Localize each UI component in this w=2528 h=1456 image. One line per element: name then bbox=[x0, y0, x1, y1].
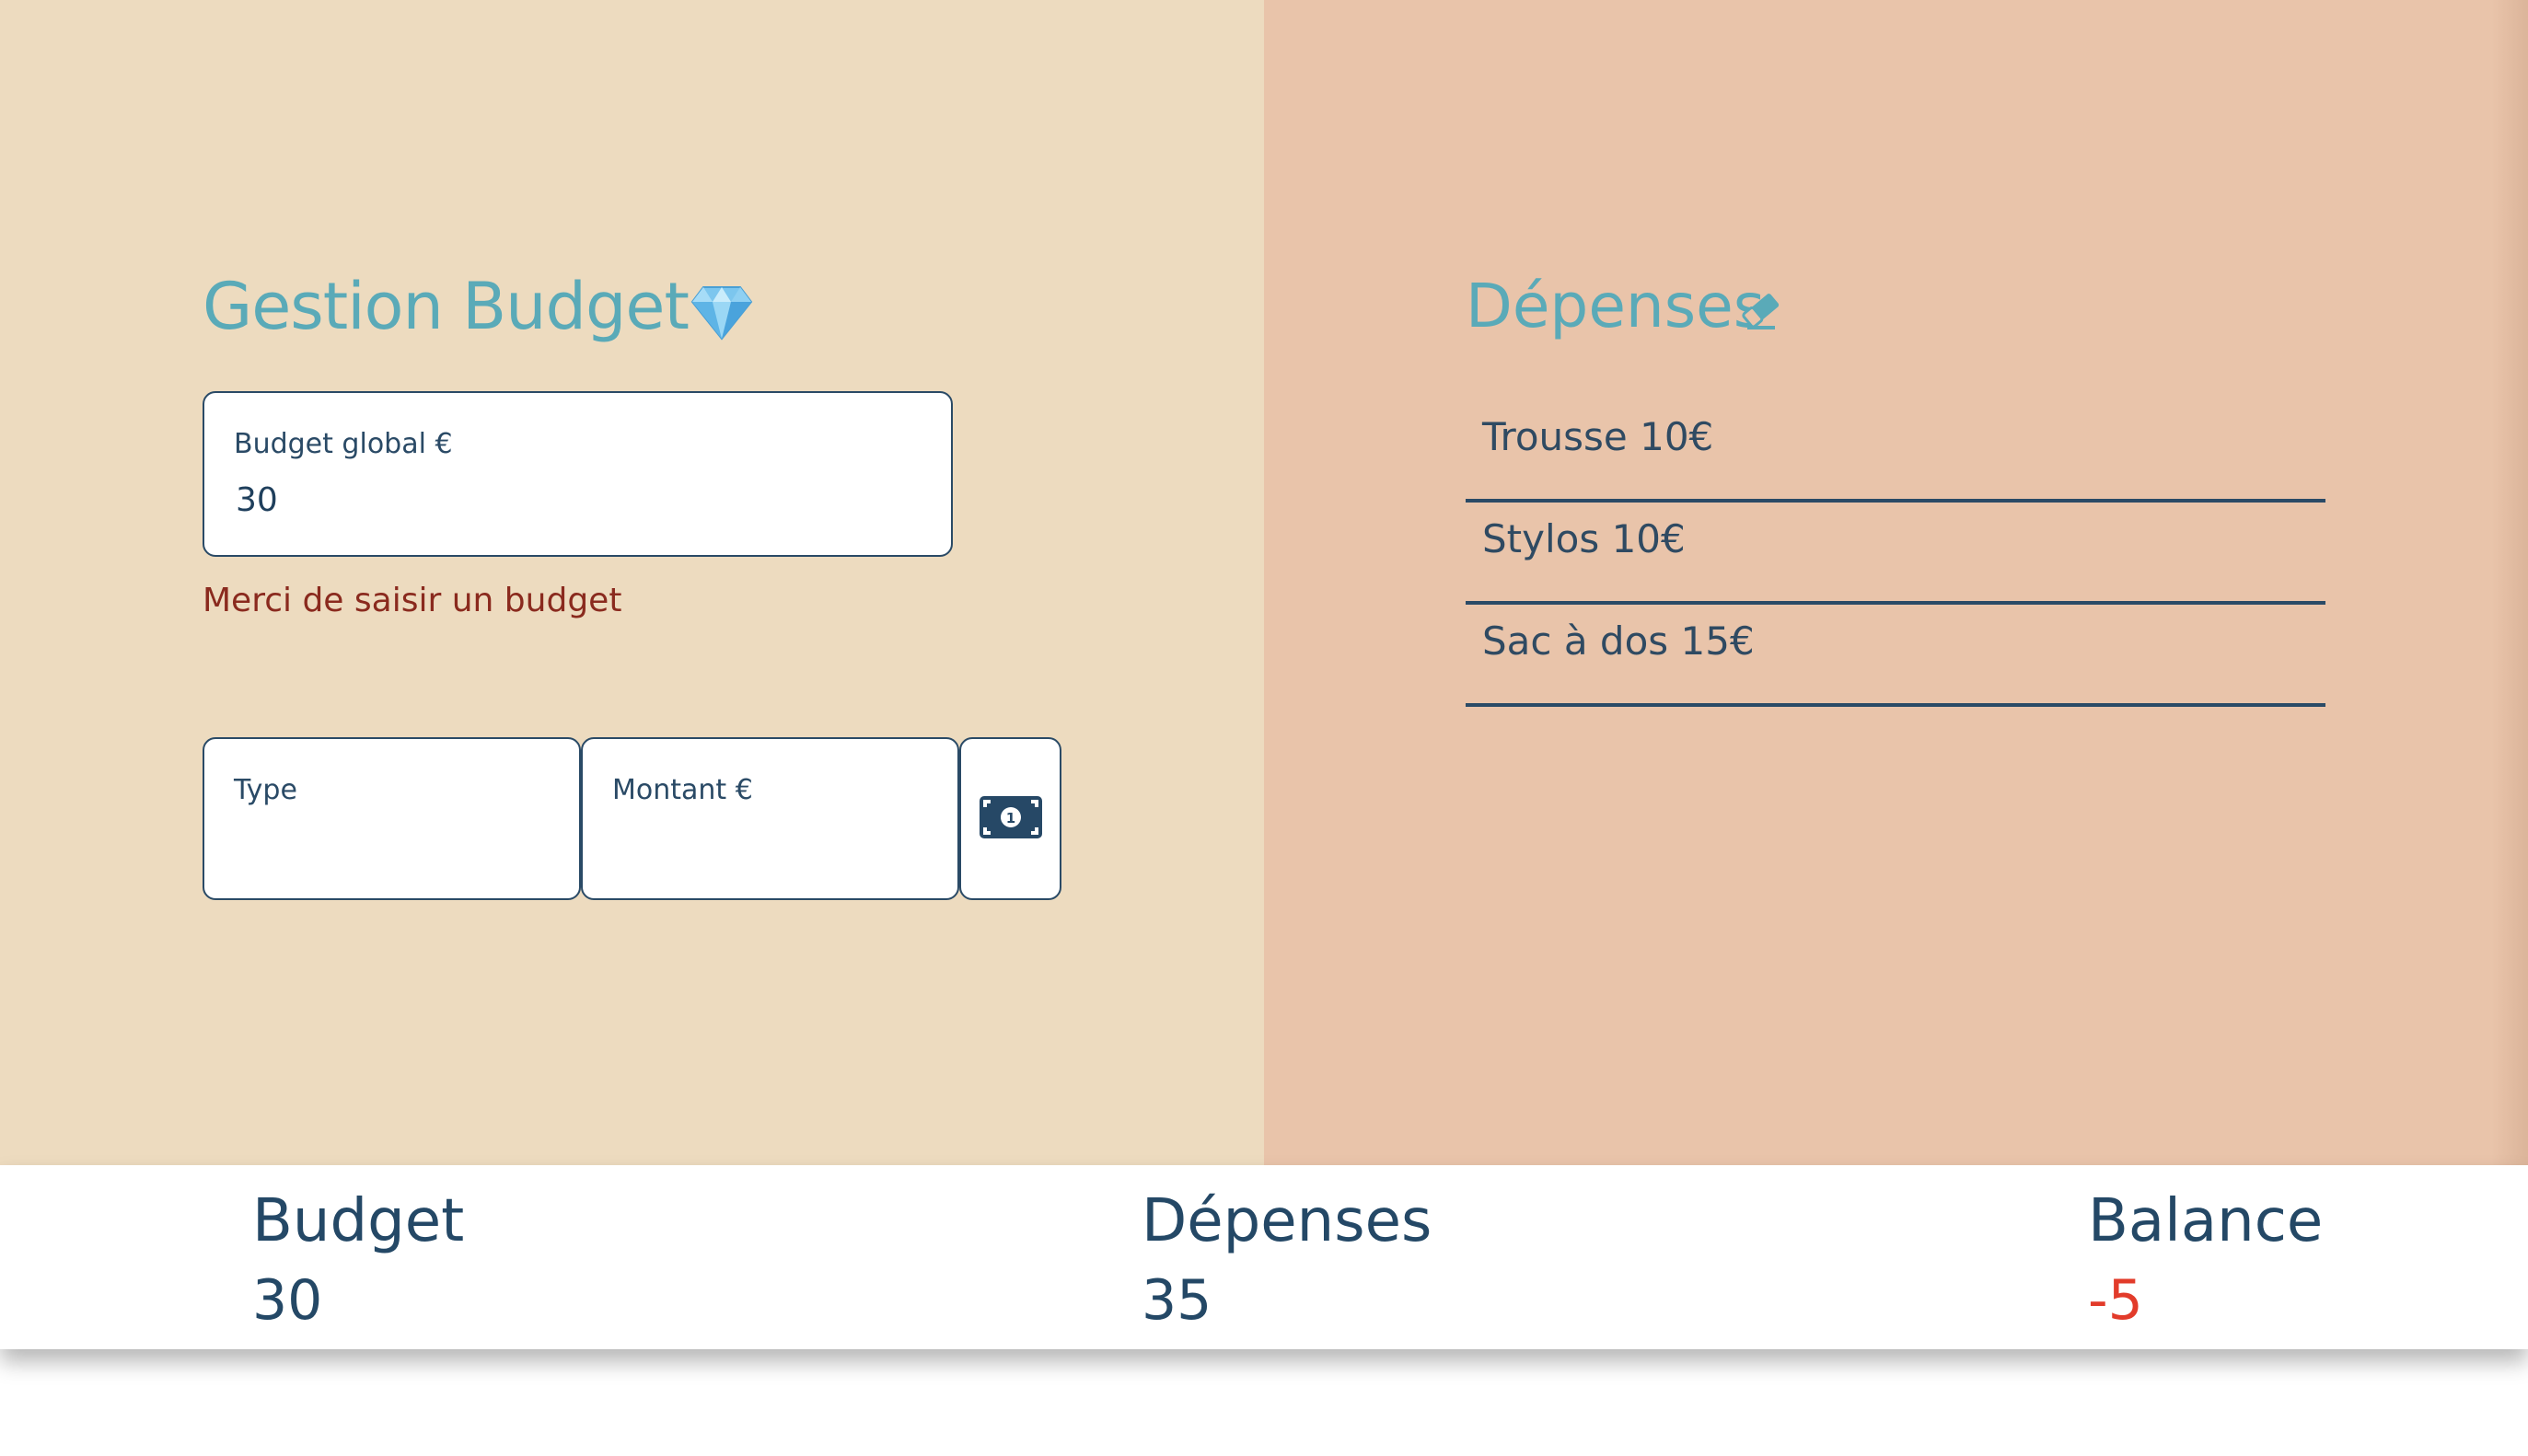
page: Gestion Budget Budget global € Merci de … bbox=[0, 0, 2528, 1456]
summary-budget-label: Budget bbox=[252, 1187, 465, 1255]
amount-input[interactable] bbox=[614, 827, 927, 865]
svg-text:1: 1 bbox=[1005, 810, 1015, 826]
expense-item[interactable]: Stylos 10€ bbox=[1466, 505, 2325, 605]
add-expense-button[interactable]: 1 bbox=[959, 737, 1061, 900]
summary-balance-label: Balance bbox=[2088, 1187, 2324, 1255]
budget-field[interactable]: Budget global € bbox=[203, 391, 953, 557]
app-title: Gestion Budget bbox=[203, 265, 753, 348]
summary-expenses-label: Dépenses bbox=[1142, 1187, 1432, 1255]
eraser-icon bbox=[1738, 294, 1784, 337]
expense-item-label: Sac à dos 15€ bbox=[1482, 618, 1755, 664]
budget-input[interactable] bbox=[236, 481, 880, 519]
amount-field-label: Montant € bbox=[612, 774, 753, 806]
budget-panel bbox=[0, 0, 1264, 1165]
gem-icon bbox=[690, 277, 753, 341]
clear-expenses-button[interactable] bbox=[1738, 287, 1784, 333]
expense-item-label: Stylos 10€ bbox=[1482, 516, 1686, 561]
type-field-label: Type bbox=[234, 774, 297, 806]
type-input[interactable] bbox=[236, 827, 549, 865]
summary-budget-value: 30 bbox=[252, 1268, 323, 1333]
budget-field-label: Budget global € bbox=[234, 428, 453, 460]
money-bill-icon: 1 bbox=[979, 795, 1042, 842]
expense-item-label: Trousse 10€ bbox=[1482, 414, 1714, 459]
type-field[interactable]: Type bbox=[203, 737, 581, 900]
app-title-text: Gestion Budget bbox=[203, 269, 690, 344]
expense-item[interactable]: Trousse 10€ bbox=[1466, 403, 2325, 503]
expense-item[interactable]: Sac à dos 15€ bbox=[1466, 607, 2325, 707]
summary-bar: Budget 30 Dépenses 35 Balance -5 bbox=[0, 1165, 2528, 1349]
amount-field[interactable]: Montant € bbox=[581, 737, 959, 900]
budget-error-message: Merci de saisir un budget bbox=[203, 582, 622, 619]
panel-edge-shade bbox=[2491, 0, 2528, 1165]
expenses-title: Dépenses bbox=[1466, 271, 1766, 341]
summary-expenses-value: 35 bbox=[1142, 1268, 1212, 1333]
expense-list: Trousse 10€ Stylos 10€ Sac à dos 15€ bbox=[1466, 403, 2325, 710]
summary-balance-value: -5 bbox=[2088, 1268, 2143, 1333]
